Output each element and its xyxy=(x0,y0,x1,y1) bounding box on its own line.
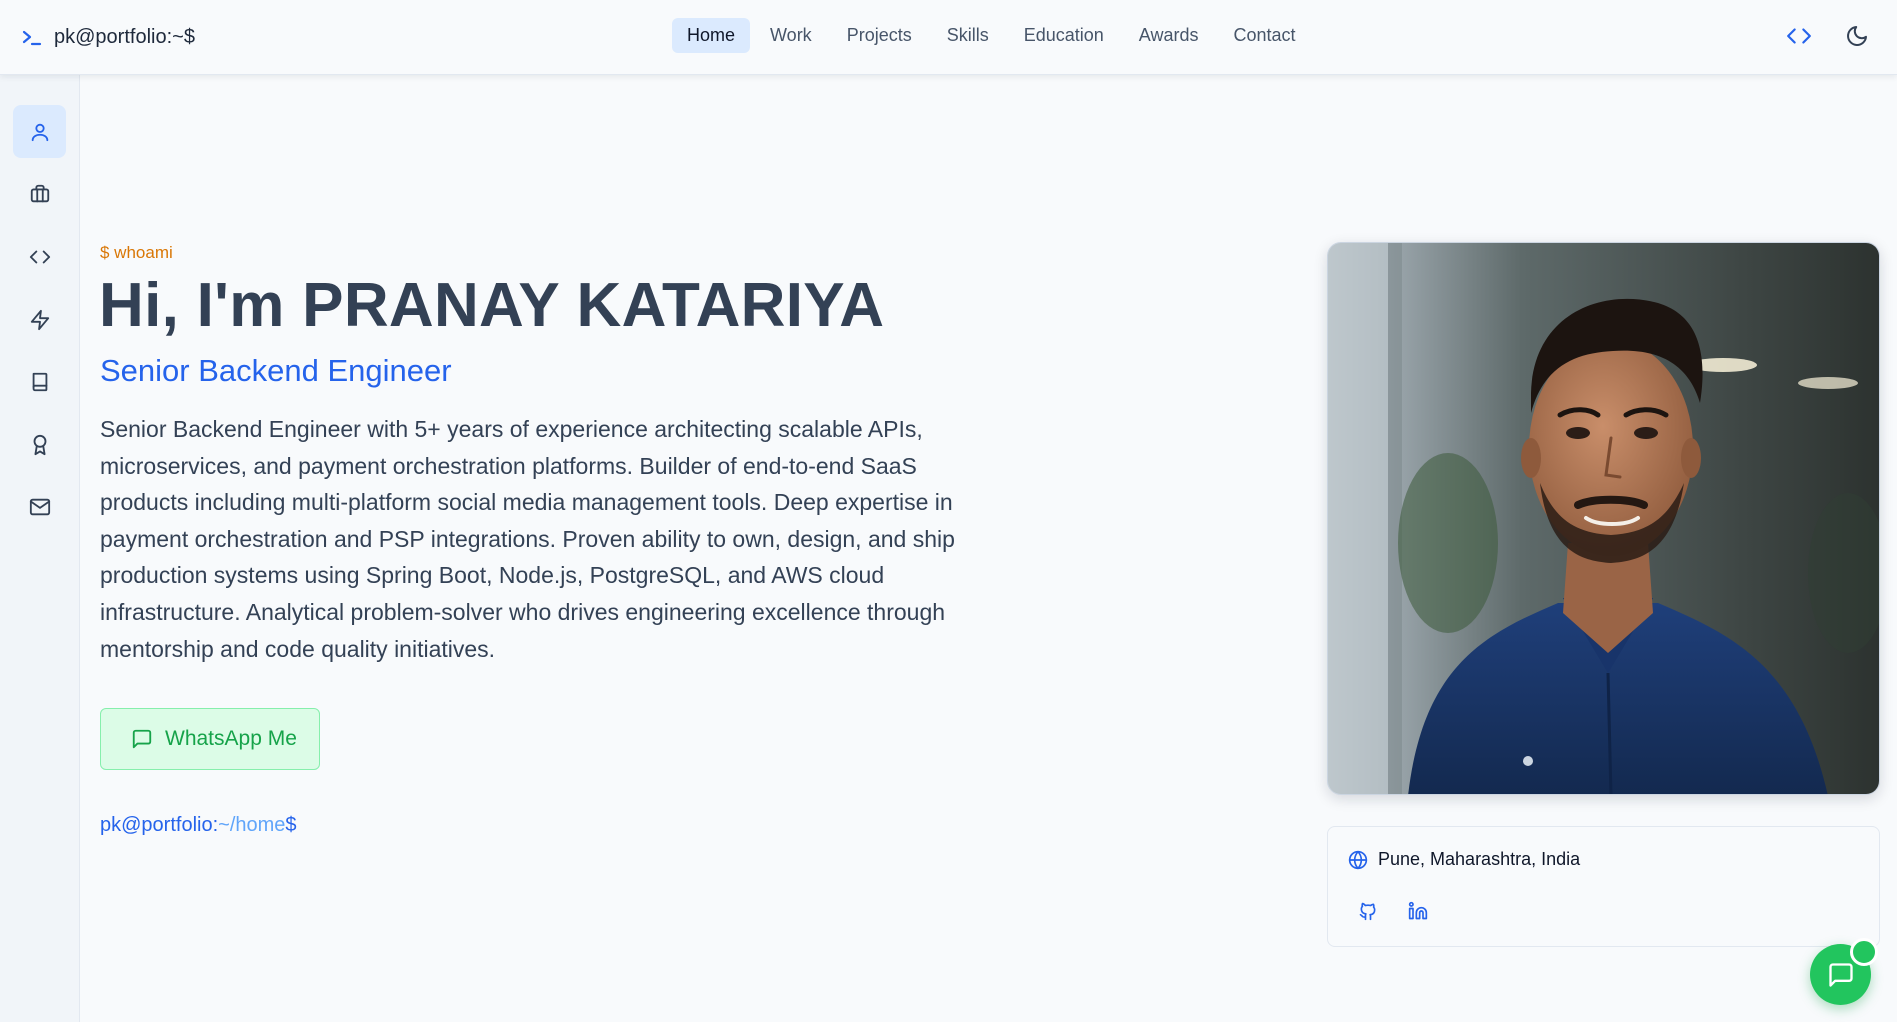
chat-status-dot xyxy=(1850,938,1878,966)
lightning-icon xyxy=(30,309,49,330)
sidebar-item-awards[interactable] xyxy=(13,418,66,471)
hero-title: Hi, I'm PRANAY KATARIYA xyxy=(99,271,885,340)
book-icon xyxy=(32,372,47,391)
code-view-button[interactable] xyxy=(1783,20,1815,52)
profile-photo-illustration xyxy=(1328,243,1879,794)
whatsapp-button[interactable]: WhatsApp Me xyxy=(100,708,320,770)
nav-work[interactable]: Work xyxy=(755,18,827,53)
main-nav: Home Work Projects Skills Education Awar… xyxy=(672,18,1316,53)
linkedin-icon xyxy=(1408,901,1428,920)
sidebar-item-contact[interactable] xyxy=(13,480,66,533)
chat-icon xyxy=(1828,962,1853,987)
prompt-user: pk@portfolio: xyxy=(100,814,219,836)
hero-description: Senior Backend Engineer with 5+ years of… xyxy=(100,416,955,662)
globe-icon xyxy=(1348,850,1368,869)
brand-logo[interactable]: pk@portfolio:~$ xyxy=(20,22,195,52)
sidebar-item-education[interactable] xyxy=(13,355,66,408)
terminal-prompt: pk@portfolio:~/home$ xyxy=(100,814,297,837)
prompt-path: ~/home xyxy=(218,814,286,836)
user-icon xyxy=(31,123,48,141)
social-links xyxy=(1356,899,1430,923)
mail-icon xyxy=(29,498,50,515)
code-icon xyxy=(1787,28,1811,44)
header-actions xyxy=(1783,20,1873,52)
profile-photo xyxy=(1327,242,1880,795)
top-navbar: pk@portfolio:~$ Home Work Projects Skill… xyxy=(0,0,1897,75)
nav-awards[interactable]: Awards xyxy=(1124,18,1214,53)
award-icon xyxy=(33,434,46,455)
code-icon xyxy=(29,250,50,263)
briefcase-icon xyxy=(30,184,49,202)
terminal-icon xyxy=(20,25,44,49)
sidebar-item-about[interactable] xyxy=(13,105,66,158)
prompt-suffix: $ xyxy=(285,814,297,836)
brand-text: pk@portfolio:~$ xyxy=(54,25,195,48)
github-link[interactable] xyxy=(1356,899,1380,923)
whoami-command: $ whoami xyxy=(100,243,173,262)
moon-icon xyxy=(1847,26,1867,46)
profile-info-card: Pune, Maharashtra, India xyxy=(1327,826,1880,947)
nav-home[interactable]: Home xyxy=(672,18,751,53)
sidebar xyxy=(0,75,80,1022)
sidebar-item-work[interactable] xyxy=(13,167,66,220)
github-icon xyxy=(1359,902,1376,921)
hero-subtitle: Senior Backend Engineer xyxy=(100,353,452,388)
location-text: Pune, Maharashtra, India xyxy=(1378,849,1581,869)
sidebar-item-skills[interactable] xyxy=(13,293,66,346)
nav-skills[interactable]: Skills xyxy=(932,18,1004,53)
whatsapp-button-label: WhatsApp Me xyxy=(165,727,297,750)
location: Pune, Maharashtra, India xyxy=(1348,849,1580,870)
nav-education[interactable]: Education xyxy=(1009,18,1119,53)
theme-toggle-button[interactable] xyxy=(1841,20,1873,52)
sidebar-item-projects[interactable] xyxy=(13,230,66,283)
nav-contact[interactable]: Contact xyxy=(1219,18,1311,53)
linkedin-link[interactable] xyxy=(1406,899,1430,923)
message-square-icon xyxy=(132,729,152,749)
nav-projects[interactable]: Projects xyxy=(832,18,927,53)
